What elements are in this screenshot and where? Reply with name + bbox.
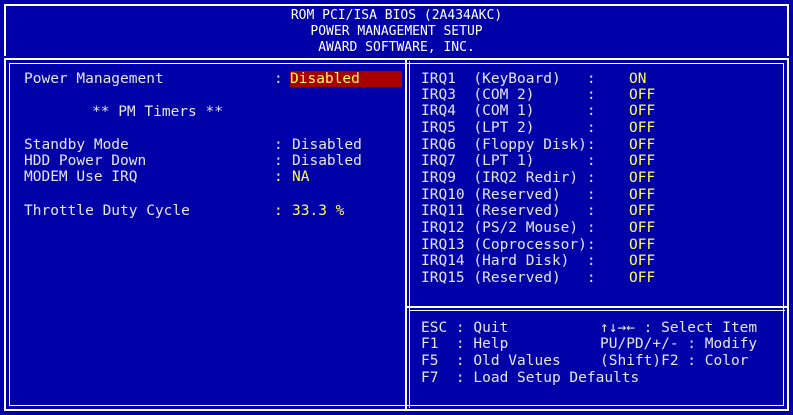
irq-value[interactable]: OFF bbox=[629, 270, 655, 286]
pm-timers-heading: ** PM Timers ** bbox=[92, 104, 223, 120]
vendor-name: AWARD SOFTWARE, INC. bbox=[318, 40, 475, 55]
power-management-sep: : bbox=[274, 71, 283, 87]
irq-label: IRQ12 (PS/2 Mouse) : bbox=[421, 220, 596, 236]
help-arrows-select: ↑↓→← : Select Item bbox=[600, 320, 758, 336]
irq-label: IRQ6 (Floppy Disk): bbox=[421, 137, 596, 153]
irq-value[interactable]: ON bbox=[629, 71, 646, 87]
irq-label: IRQ14 (Hard Disk) : bbox=[421, 253, 596, 269]
irq-value[interactable]: OFF bbox=[629, 170, 655, 186]
irq-label: IRQ1 (KeyBoard) : bbox=[421, 71, 596, 87]
irq-value[interactable]: OFF bbox=[629, 237, 655, 253]
bios-screen: ROM PCI/ISA BIOS (2A434AKC) POWER MANAGE… bbox=[0, 0, 793, 415]
panel-divider-horizontal-inner bbox=[409, 310, 785, 311]
irq-label: IRQ7 (LPT 1) : bbox=[421, 153, 596, 169]
hdd-power-down-value[interactable]: Disabled bbox=[292, 153, 362, 169]
standby-mode-label: Standby Mode bbox=[24, 137, 129, 153]
irq-value[interactable]: OFF bbox=[629, 220, 655, 236]
standby-mode-sep: : bbox=[274, 137, 283, 153]
throttle-duty-cycle-sep: : bbox=[274, 203, 283, 219]
throttle-duty-cycle-label: Throttle Duty Cycle bbox=[24, 203, 190, 219]
irq-label: IRQ5 (LPT 2) : bbox=[421, 120, 596, 136]
irq-value[interactable]: OFF bbox=[629, 187, 655, 203]
throttle-duty-cycle-value[interactable]: 33.3 % bbox=[292, 203, 344, 219]
help-shift-f2-color: (Shift)F2 : Color bbox=[600, 353, 749, 369]
bios-title: ROM PCI/ISA BIOS (2A434AKC) bbox=[290, 8, 503, 23]
panel-divider-vertical-inner bbox=[409, 61, 410, 408]
irq-value[interactable]: OFF bbox=[629, 103, 655, 119]
irq-value[interactable]: OFF bbox=[629, 87, 655, 103]
panel-divider-vertical bbox=[405, 58, 407, 411]
help-f7-load-defaults: F7 : Load Setup Defaults bbox=[421, 370, 640, 386]
irq-value[interactable]: OFF bbox=[629, 137, 655, 153]
help-f1-help: F1 : Help bbox=[421, 336, 509, 352]
irq-label: IRQ11 (Reserved) : bbox=[421, 203, 596, 219]
hdd-power-down-label: HDD Power Down bbox=[24, 153, 147, 169]
help-f5-old-values: F5 : Old Values bbox=[421, 353, 561, 369]
irq-label: IRQ4 (COM 1) : bbox=[421, 103, 596, 119]
irq-value[interactable]: OFF bbox=[629, 203, 655, 219]
power-management-value[interactable]: Disabled bbox=[290, 71, 402, 87]
irq-value[interactable]: OFF bbox=[629, 153, 655, 169]
irq-label: IRQ15 (Reserved) : bbox=[421, 270, 596, 286]
irq-value[interactable]: OFF bbox=[629, 253, 655, 269]
standby-mode-value[interactable]: Disabled bbox=[292, 137, 362, 153]
modem-use-irq-label: MODEM Use IRQ bbox=[24, 169, 138, 185]
irq-label: IRQ10 (Reserved) : bbox=[421, 187, 596, 203]
help-esc-quit: ESC : Quit bbox=[421, 320, 509, 336]
irq-value[interactable]: OFF bbox=[629, 120, 655, 136]
power-management-label: Power Management bbox=[24, 71, 164, 87]
irq-label: IRQ9 (IRQ2 Redir) : bbox=[421, 170, 596, 186]
irq-label: IRQ13 (Coprocessor): bbox=[421, 237, 596, 253]
irq-label: IRQ3 (COM 2) : bbox=[421, 87, 596, 103]
hdd-power-down-sep: : bbox=[274, 153, 283, 169]
panel-divider-horizontal bbox=[405, 306, 789, 308]
modem-use-irq-value[interactable]: NA bbox=[292, 169, 309, 185]
bios-header: ROM PCI/ISA BIOS (2A434AKC) POWER MANAGE… bbox=[4, 4, 789, 56]
setup-title: POWER MANAGEMENT SETUP bbox=[310, 24, 483, 39]
modem-use-irq-sep: : bbox=[274, 169, 283, 185]
help-pupd-modify: PU/PD/+/- : Modify bbox=[600, 336, 758, 352]
